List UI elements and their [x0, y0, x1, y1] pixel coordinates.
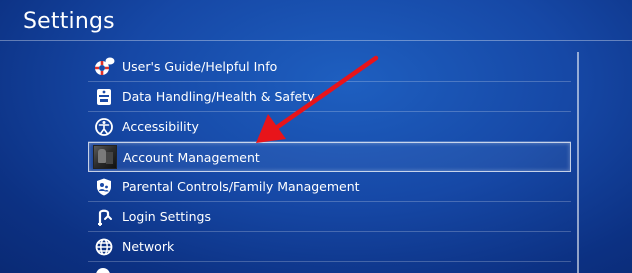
menu-item-label: User's Guide/Helpful Info	[122, 59, 278, 74]
menu-item-parental-controls[interactable]: Parental Controls/Family Management	[88, 172, 571, 202]
header-divider	[0, 40, 632, 41]
menu-item-label: Parental Controls/Family Management	[122, 179, 360, 194]
menu-item-network[interactable]: Network	[88, 232, 571, 262]
menu-item-users-guide[interactable]: User's Guide/Helpful Info	[88, 52, 571, 82]
scrollbar[interactable]	[577, 52, 579, 273]
accessibility-icon	[88, 112, 120, 142]
menu-item-account-management[interactable]: Account Management	[88, 142, 571, 172]
menu-item-label: Account Management	[123, 149, 260, 165]
menu-item-label: Data Handling/Health & Safety	[122, 89, 315, 104]
menu-item-label: Login Settings	[122, 209, 211, 224]
settings-menu: User's Guide/Helpful Info Data Handling/…	[88, 52, 571, 262]
avatar	[89, 142, 121, 172]
page-title: Settings	[23, 9, 115, 34]
partially-visible-menu-icon	[96, 268, 110, 273]
menu-item-accessibility[interactable]: Accessibility	[88, 112, 571, 142]
info-panel-icon	[88, 82, 120, 112]
menu-item-label: Network	[122, 239, 175, 254]
menu-item-data-handling[interactable]: Data Handling/Health & Safety	[88, 82, 571, 112]
globe-icon	[88, 232, 120, 262]
menu-item-login-settings[interactable]: Login Settings	[88, 202, 571, 232]
parental-shield-icon	[88, 172, 120, 202]
login-icon	[88, 202, 120, 232]
lifebuoy-icon	[88, 52, 120, 82]
menu-item-label: Accessibility	[122, 119, 199, 134]
